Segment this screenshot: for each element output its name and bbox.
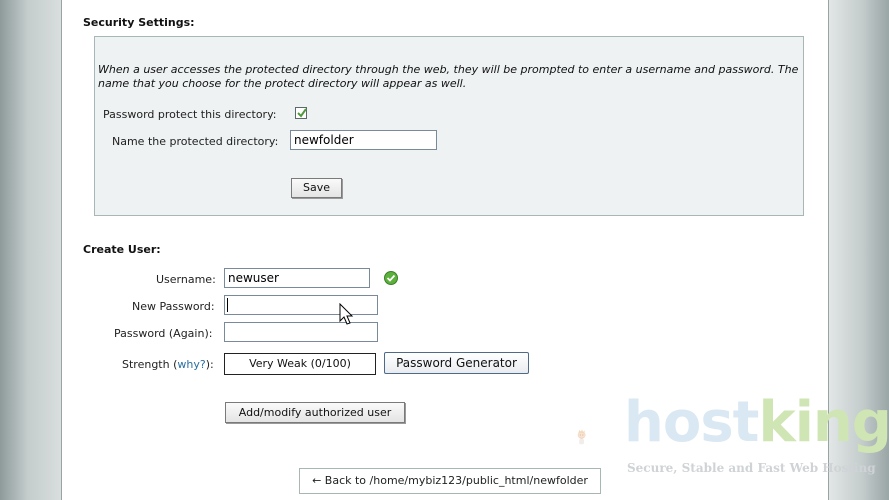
- logo-host: host: [624, 390, 759, 455]
- protect-directory-label: Password protect this directory:: [103, 108, 277, 121]
- left-side-panel: [0, 0, 61, 500]
- protect-directory-checkbox[interactable]: [295, 107, 307, 119]
- password-strength-meter: Very Weak (0/100): [224, 353, 376, 375]
- strength-label-suffix: ):: [205, 358, 214, 371]
- logo-tagline: Secure, Stable and Fast Web Hosting: [627, 461, 876, 475]
- mouse-cursor-icon: [339, 303, 354, 325]
- back-link[interactable]: ← Back to /home/mybiz123/public_html/new…: [299, 468, 601, 494]
- password-generator-button[interactable]: Password Generator: [384, 352, 529, 374]
- password-again-label: Password (Again):: [114, 327, 213, 340]
- logo-king: king: [758, 390, 889, 455]
- save-button[interactable]: Save: [291, 178, 342, 198]
- text-caret: [227, 298, 228, 312]
- strength-label: Strength (why?):: [122, 358, 214, 371]
- add-modify-user-button[interactable]: Add/modify authorized user: [225, 402, 405, 423]
- checkmark-icon: [297, 108, 307, 118]
- protected-directory-name-input[interactable]: [290, 130, 437, 150]
- protected-directory-name-label: Name the protected directory:: [112, 135, 279, 148]
- hostking-logo-text: hostking: [624, 393, 889, 453]
- create-user-title: Create User:: [83, 243, 161, 256]
- new-password-label: New Password:: [132, 300, 215, 313]
- username-input[interactable]: [224, 268, 370, 288]
- security-settings-title: Security Settings:: [83, 16, 195, 29]
- strength-why-link[interactable]: why?: [177, 358, 205, 371]
- username-label: Username:: [156, 273, 216, 286]
- strength-label-prefix: Strength (: [122, 358, 178, 371]
- security-description: When a user accesses the protected direc…: [98, 63, 799, 90]
- valid-check-icon: [384, 271, 398, 285]
- left-side-border: [61, 0, 62, 500]
